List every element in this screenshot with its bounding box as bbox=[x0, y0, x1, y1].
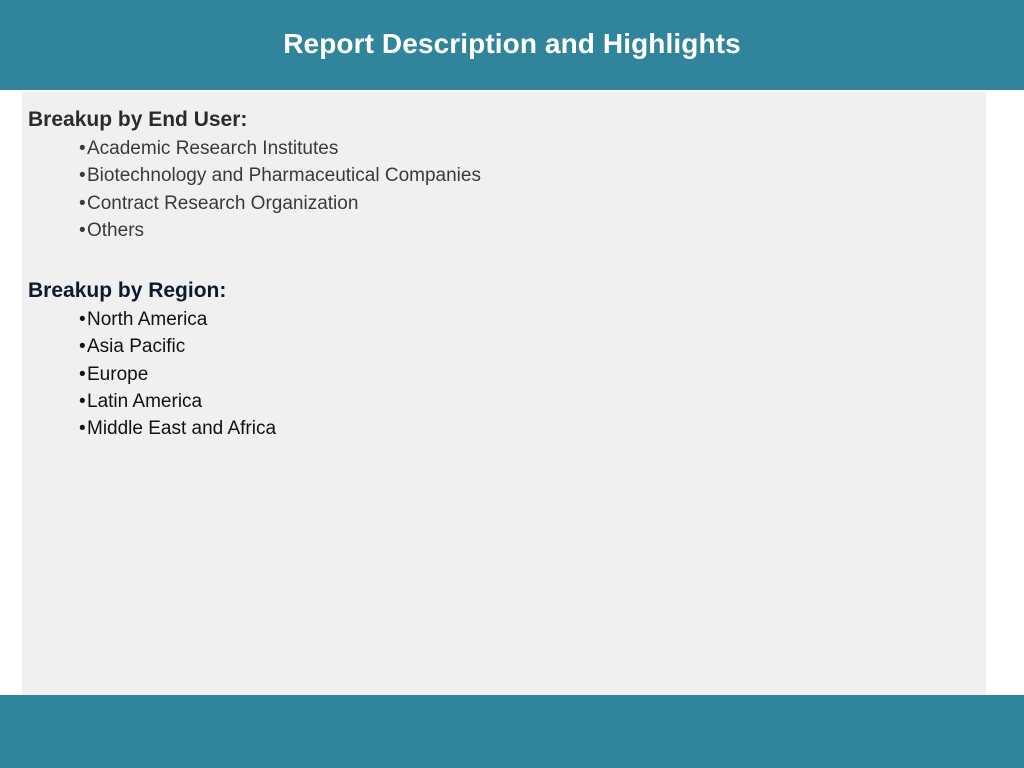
section-heading-region: Breakup by Region: bbox=[28, 279, 227, 302]
list-item-label: Contract Research Organization bbox=[87, 192, 359, 214]
bullet-icon: • bbox=[79, 418, 86, 440]
header-bar: Report Description and Highlights bbox=[0, 0, 1024, 90]
bullet-icon: • bbox=[79, 336, 86, 358]
list-item: •Europe bbox=[79, 361, 276, 388]
list-item: •Academic Research Institutes bbox=[79, 135, 481, 162]
section-heading-end-user: Breakup by End User: bbox=[28, 108, 248, 131]
region-list: •North America •Asia Pacific •Europe •La… bbox=[28, 306, 276, 442]
section-end-user: Breakup by End User: •Academic Research … bbox=[28, 106, 481, 244]
end-user-list: •Academic Research Institutes •Biotechno… bbox=[28, 135, 481, 244]
list-item: •North America bbox=[79, 306, 276, 333]
bullet-icon: • bbox=[79, 192, 86, 214]
list-item-label: Others bbox=[87, 219, 145, 241]
list-item-label: Asia Pacific bbox=[87, 336, 186, 358]
content-panel: Breakup by End User: •Academic Research … bbox=[22, 92, 986, 695]
page-title: Report Description and Highlights bbox=[283, 28, 741, 59]
bullet-icon: • bbox=[79, 165, 86, 187]
list-item: •Asia Pacific bbox=[79, 333, 276, 360]
bullet-icon: • bbox=[79, 309, 86, 330]
list-item-label: Biotechnology and Pharmaceutical Compani… bbox=[87, 165, 481, 187]
list-item-label: North America bbox=[87, 309, 208, 330]
bullet-icon: • bbox=[79, 219, 86, 241]
list-item: •Latin America bbox=[79, 388, 276, 415]
list-item: •Contract Research Organization bbox=[79, 190, 481, 217]
footer-bar bbox=[0, 695, 1024, 768]
section-region: Breakup by Region: •North America •Asia … bbox=[28, 277, 276, 442]
bullet-icon: • bbox=[79, 138, 86, 159]
list-item: •Biotechnology and Pharmaceutical Compan… bbox=[79, 162, 481, 189]
bullet-icon: • bbox=[79, 363, 86, 385]
list-item-label: Academic Research Institutes bbox=[87, 138, 339, 159]
list-item: •Others bbox=[79, 217, 481, 244]
list-item-label: Middle East and Africa bbox=[87, 418, 277, 440]
list-item: •Middle East and Africa bbox=[79, 415, 276, 442]
bullet-icon: • bbox=[79, 390, 86, 412]
list-item-label: Latin America bbox=[87, 390, 203, 412]
list-item-label: Europe bbox=[87, 363, 149, 385]
